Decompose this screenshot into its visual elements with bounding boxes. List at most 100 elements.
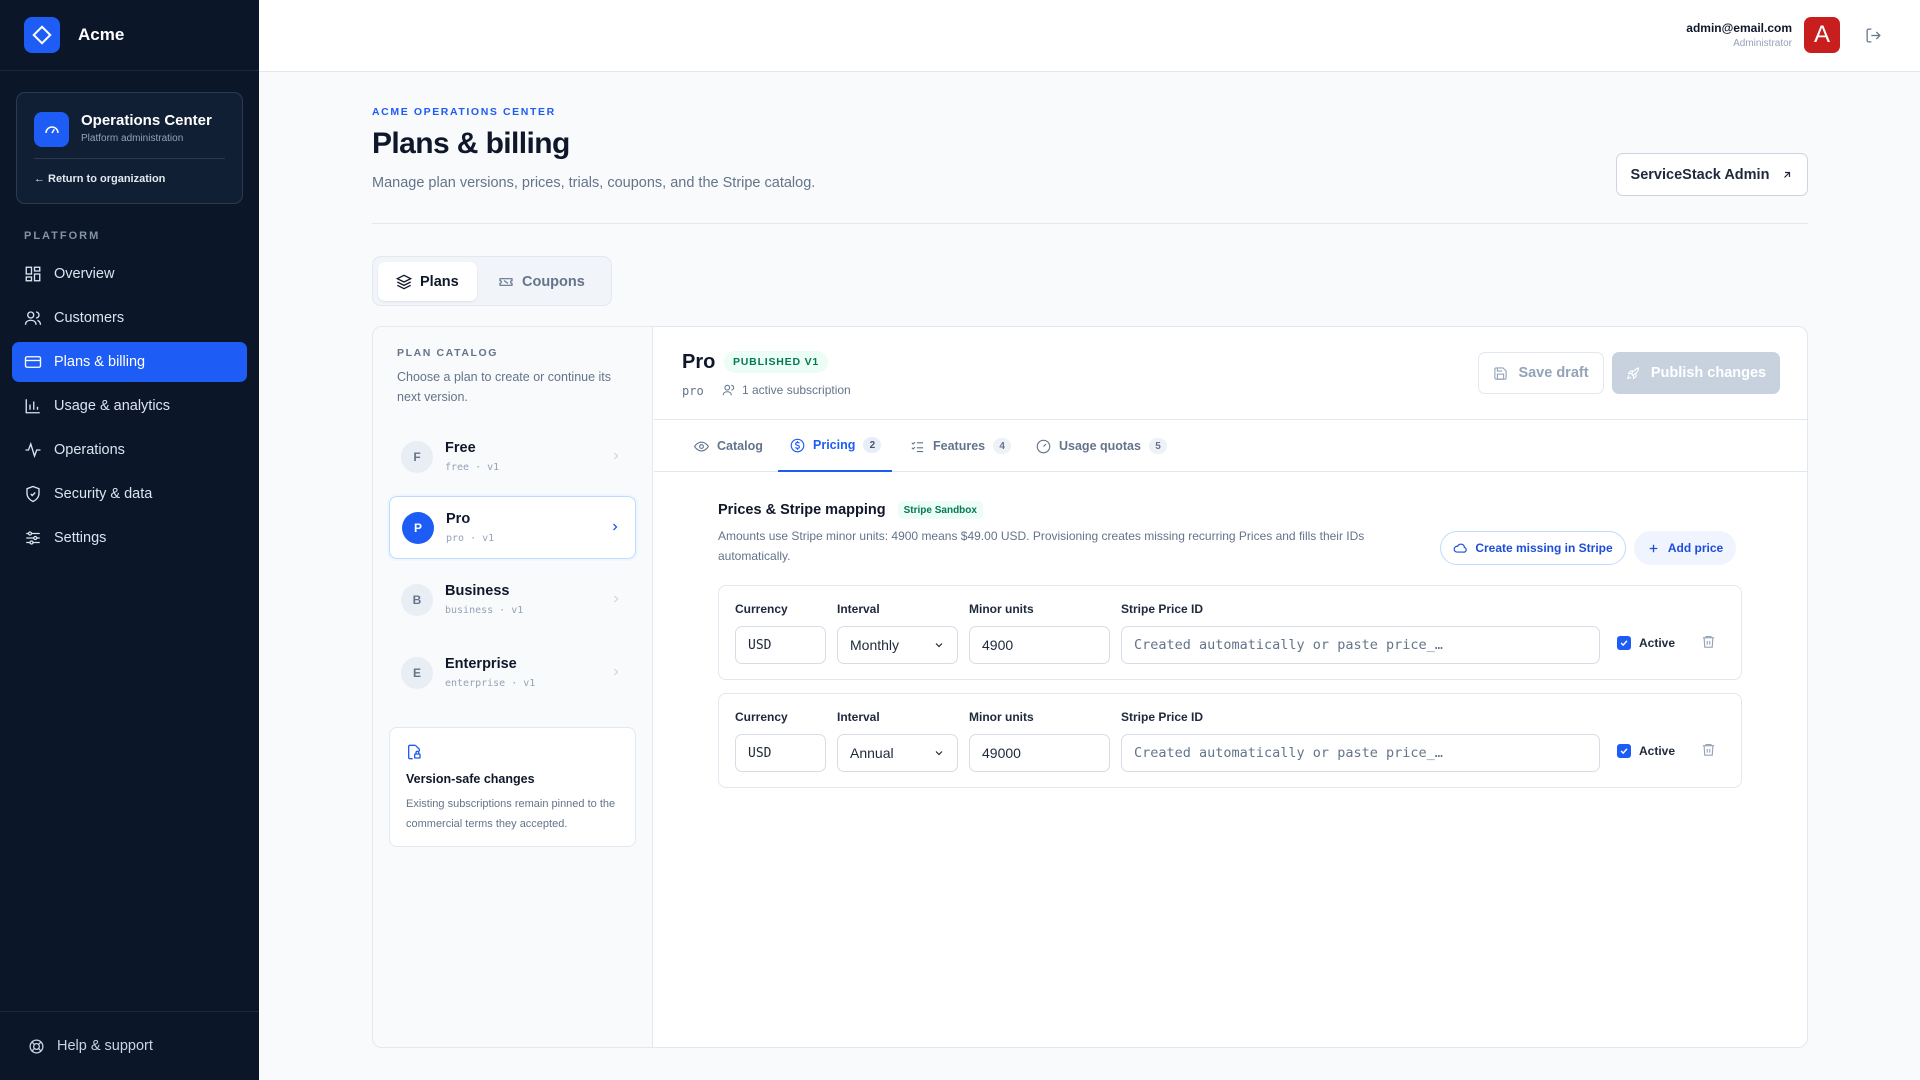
plan-name: Enterprise [445,656,517,672]
checkbox-checked-icon [1617,636,1631,650]
interval-label: Interval [837,710,880,724]
subtab-catalog[interactable]: Catalog [694,420,763,472]
page-eyebrow: ACME OPERATIONS CENTER [372,106,556,118]
subtab-usage-quotas[interactable]: Usage quotas 5 [1036,420,1167,472]
subscription-count: 1 active subscription [722,383,851,397]
avatar[interactable]: A [1804,17,1840,53]
currency-label: Currency [735,602,788,616]
page-title: Plans & billing [372,127,570,160]
create-missing-label: Create missing in Stripe [1475,541,1613,555]
trash-icon[interactable] [1701,634,1716,649]
currency-input[interactable]: USD [735,626,826,664]
plan-header: Pro PUBLISHED V1 pro 1 active subscripti… [654,327,1807,420]
servicestack-admin-label: ServiceStack Admin [1630,166,1770,183]
stripe-price-id-input[interactable]: Created automatically or paste price_… [1121,734,1600,772]
shield-icon [26,485,40,503]
sidebar-item-label: Overview [54,266,115,282]
subtab-features[interactable]: Features 4 [910,420,1012,472]
tab-coupons[interactable]: Coupons [480,262,603,301]
rocket-icon [1627,366,1639,380]
sidebar-item-settings[interactable]: Settings [12,518,247,558]
plan-slug: enterprise · v1 [445,678,536,689]
external-link-icon [1784,171,1791,178]
sidebar-item-label: Security & data [54,486,153,502]
subtab-count: 5 [1148,438,1167,454]
plan-letter: P [402,512,434,544]
sidebar-item-security-data[interactable]: Security & data [12,474,247,514]
activity-icon [25,441,41,459]
stripe-price-id-input[interactable]: Created automatically or paste price_… [1121,626,1600,664]
plan-subtabs: Catalog Pricing 2 Features 4 Usage quota… [654,420,1807,472]
tab-plans[interactable]: Plans [378,262,477,301]
active-checkbox[interactable]: Active [1617,636,1675,650]
interval-select[interactable]: Annual [837,734,958,772]
add-price-label: Add price [1667,541,1724,555]
currency-input[interactable]: USD [735,734,826,772]
status-badge: PUBLISHED V1 [724,351,829,373]
subscription-count-label: 1 active subscription [742,383,851,397]
create-missing-in-stripe-button[interactable]: Create missing in Stripe [1440,531,1626,565]
gauge-icon [34,112,69,147]
version-safe-card: Version-safe changes Existing subscripti… [389,727,636,847]
pricing-description: Amounts use Stripe minor units: 4900 mea… [718,529,1365,563]
subtab-label: Catalog [717,439,763,453]
return-to-organization-link[interactable]: ← Return to organization [34,173,165,185]
interval-select[interactable]: Monthly [837,626,958,664]
plan-item-enterprise[interactable]: E Enterprise enterprise · v1 [389,642,636,705]
plan-item-pro[interactable]: P Pro pro · v1 [389,496,636,559]
chevron-right-icon [613,523,618,531]
divider [34,158,225,159]
plan-item-business[interactable]: B Business business · v1 [389,569,636,632]
sidebar-item-label: Usage & analytics [54,398,171,414]
minor-units-input[interactable]: 4900 [969,626,1110,664]
stripe-sandbox-badge: Stripe Sandbox [897,501,983,519]
plan-name: Pro [446,511,471,527]
sidebar-item-plans-billing[interactable]: Plans & billing [12,342,247,382]
price-row: Currency Interval Minor units Stripe Pri… [718,693,1742,788]
pricing-section-title: Prices & Stripe mapping Stripe Sandbox [718,501,983,519]
plan-letter: F [401,441,433,473]
acme-logo-icon [24,17,60,53]
minor-units-input[interactable]: 49000 [969,734,1110,772]
brand-name: Acme [78,25,125,44]
operations-center-card: Operations Center Platform administratio… [16,92,243,204]
sidebar-item-usage-analytics[interactable]: Usage & analytics [12,386,247,426]
lifebuoy-icon [29,1038,44,1054]
plan-letter: E [401,657,433,689]
file-lock-icon [408,744,421,760]
subtab-count: 2 [863,437,882,453]
publish-changes-button[interactable]: Publish changes [1612,352,1780,394]
plan-slug: pro · v1 [446,533,495,544]
plan-title: Pro [682,351,716,373]
ops-subtitle: Platform administration [81,133,184,144]
topbar: admin@email.com Administrator A [259,0,1920,72]
subtab-count: 4 [993,438,1012,454]
sidebar: Acme Operations Center Platform administ… [0,0,259,1080]
plan-item-free[interactable]: F Free free · v1 [389,426,636,489]
subtab-label: Usage quotas [1059,439,1141,453]
save-draft-label: Save draft [1518,365,1589,381]
active-checkbox[interactable]: Active [1617,744,1675,758]
subtab-label: Features [933,439,986,453]
help-support-link[interactable]: Help & support [0,1011,259,1080]
chevron-down-icon [935,643,943,648]
brand[interactable]: Acme [0,0,259,71]
sidebar-item-overview[interactable]: Overview [12,254,247,294]
grid-icon [25,266,41,282]
sidebar-item-customers[interactable]: Customers [12,298,247,338]
servicestack-admin-button[interactable]: ServiceStack Admin [1616,153,1808,196]
save-draft-button[interactable]: Save draft [1478,352,1604,394]
sidebar-item-operations[interactable]: Operations [12,430,247,470]
sidebar-item-label: Settings [54,530,107,546]
interval-value: Monthly [850,637,900,653]
trash-icon[interactable] [1701,742,1716,757]
sliders-icon [26,531,40,545]
version-safe-description: Existing subscriptions remain pinned to … [406,798,616,830]
subtab-pricing[interactable]: Pricing 2 [778,420,892,472]
publish-changes-label: Publish changes [1650,365,1767,381]
plus-icon [1649,544,1658,552]
logout-icon[interactable] [1865,27,1882,49]
add-price-button[interactable]: Add price [1634,531,1736,565]
chevron-down-icon [935,751,943,756]
gauge-icon [1036,439,1051,453]
